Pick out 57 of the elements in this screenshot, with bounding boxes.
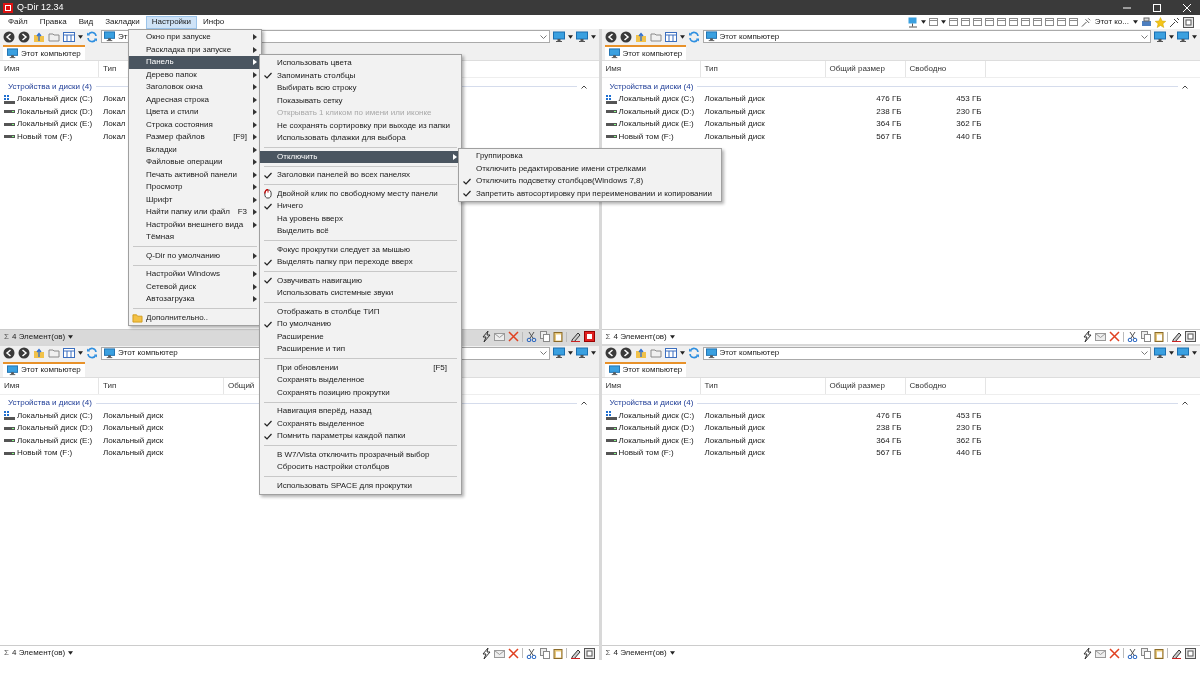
table-cell: 440 ГБ — [956, 447, 982, 460]
table-cell: Локальный диск — [103, 447, 164, 460]
table-cell: 440 ГБ — [956, 130, 982, 143]
address-text: Этот компьютер — [118, 347, 178, 359]
table-cell: Локальный диск (D:) — [17, 422, 93, 435]
table-cell: 567 ГБ — [876, 130, 902, 143]
table-cell: Локальный диск (E:) — [17, 118, 93, 131]
table-cell: Локал — [103, 118, 126, 131]
table-cell: Локальный диск (C:) — [618, 93, 695, 106]
window-title: Q-Dir 12.34 — [17, 0, 64, 14]
table-cell: Локальный диск (E:) — [618, 434, 694, 447]
table-cell: Локальный диск — [704, 447, 765, 460]
table-cell: 476 ГБ — [876, 93, 902, 106]
table-cell: Локальный диск (E:) — [17, 434, 93, 447]
table-cell: Локальный диск (E:) — [618, 118, 694, 131]
table-cell: Локальный диск — [704, 409, 765, 422]
sum-symbol: Σ — [605, 330, 611, 343]
sum-symbol: Σ — [4, 647, 9, 659]
table-cell: 364 ГБ — [876, 118, 902, 131]
table-cell: Локальный диск — [704, 93, 765, 106]
sum-symbol: Σ — [4, 330, 9, 343]
table-cell: 362 ГБ — [956, 434, 982, 447]
table-cell: Локальный диск (C:) — [17, 93, 93, 106]
table-cell: Новый том (F:) — [17, 130, 73, 143]
table-cell: Локальный диск — [704, 434, 765, 447]
table-cell: Локальный диск — [704, 130, 765, 143]
table-cell: Локальный диск — [103, 422, 164, 435]
address-text: Этот компьютер — [719, 30, 780, 43]
table-cell: Локальный диск — [103, 434, 164, 447]
table-cell: 567 ГБ — [876, 447, 902, 460]
table-cell: Локальный диск (D:) — [618, 422, 695, 435]
table-cell: Локальный диск — [704, 105, 765, 118]
table-cell: Локальный диск — [704, 422, 765, 435]
table-cell: Новый том (F:) — [618, 447, 674, 460]
table-cell: 476 ГБ — [876, 409, 902, 422]
sum-symbol: Σ — [605, 647, 611, 659]
table-cell: Локал — [103, 93, 126, 106]
table-cell: Новый том (F:) — [17, 447, 73, 460]
table-cell: Локал — [103, 130, 126, 143]
address-text: Этот компьютер — [719, 347, 780, 359]
table-cell: 364 ГБ — [876, 434, 902, 447]
table-cell: Локальный диск (C:) — [618, 409, 695, 422]
table-cell: Локальный диск — [103, 409, 164, 422]
table-cell: 453 ГБ — [956, 409, 982, 422]
table-cell: 230 ГБ — [956, 105, 982, 118]
table-cell: Новый том (F:) — [618, 130, 674, 143]
table-cell: Локал — [103, 105, 126, 118]
table-cell: 238 ГБ — [876, 422, 902, 435]
table-cell: 453 ГБ — [956, 93, 982, 106]
table-cell: Локальный диск — [704, 118, 765, 131]
table-cell: Локальный диск (D:) — [17, 105, 93, 118]
address-text: Эт — [118, 30, 128, 43]
table-cell: 238 ГБ — [876, 105, 902, 118]
table-cell: Локальный диск (D:) — [618, 105, 695, 118]
table-cell: 230 ГБ — [956, 422, 982, 435]
table-cell: Локальный диск (C:) — [17, 409, 93, 422]
table-cell: 362 ГБ — [956, 118, 982, 131]
